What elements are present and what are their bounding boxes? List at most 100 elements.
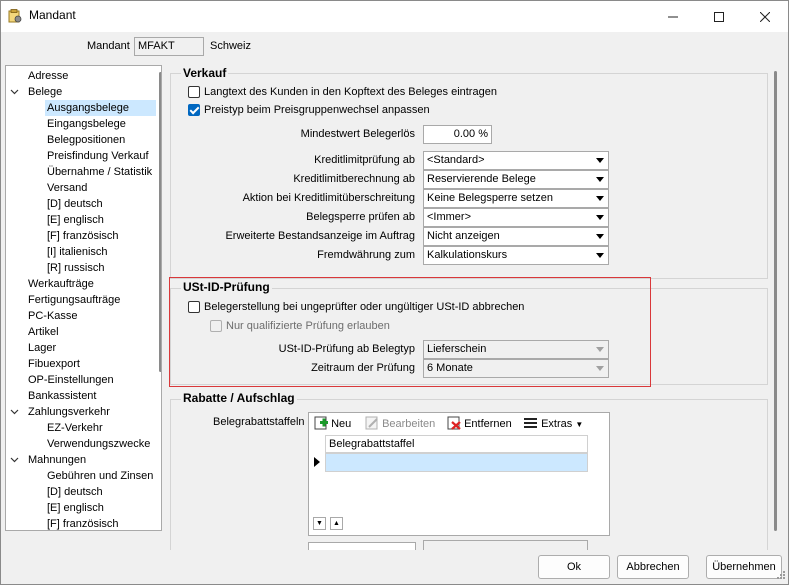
tree-item-label: OP-Einstellungen xyxy=(28,374,114,386)
tree-item-label: Zahlungsverkehr xyxy=(28,406,110,418)
tree-item-label: [F] französisch xyxy=(47,230,119,242)
tree-item[interactable]: [D] deutsch xyxy=(47,484,103,500)
tree-item[interactable]: Fibuexport xyxy=(28,356,80,372)
kreditlimitpruefung-label: Kreditlimitprüfung ab xyxy=(314,154,415,166)
app-icon xyxy=(8,9,22,23)
bearbeiten-button[interactable]: Bearbeiten xyxy=(365,415,435,433)
mindestwert-input[interactable]: 0.00 % xyxy=(423,125,492,144)
tree-item[interactable]: [E] englisch xyxy=(47,212,104,228)
belegsperre-label: Belegsperre prüfen ab xyxy=(306,211,415,223)
chevron-down-icon[interactable] xyxy=(10,404,20,420)
edit-icon xyxy=(365,416,378,430)
tree-item[interactable]: Gebühren und Zinsen xyxy=(47,468,153,484)
tree-item[interactable]: Übernahme / Statistik xyxy=(47,164,152,180)
langtext-checkbox[interactable] xyxy=(188,86,200,98)
grid-row-new[interactable] xyxy=(325,453,588,472)
tree-item[interactable]: Bankassistent xyxy=(28,388,96,404)
tree-item[interactable]: [D] deutsch xyxy=(47,196,103,212)
tree-item-label: Fibuexport xyxy=(28,358,80,370)
belegtyp-value: Lieferschein xyxy=(427,343,487,355)
settings-tree[interactable]: Adresse Belege Ausgangsbelege Eingangsbeleg… xyxy=(5,65,162,531)
tree-item[interactable]: [F] französisch xyxy=(47,228,119,244)
kreditlimitpruefung-select[interactable]: <Standard> xyxy=(423,151,609,170)
chevron-down-icon xyxy=(592,229,607,244)
delete-icon xyxy=(447,416,461,430)
chevron-down-icon[interactable] xyxy=(10,84,20,100)
kreditlimitberechnung-select[interactable]: Reservierende Belege xyxy=(423,170,609,189)
fremdwaehrung-select[interactable]: Kalkulationskurs xyxy=(423,246,609,265)
uebernehmen-button[interactable]: Übernehmen xyxy=(706,555,782,579)
tree-item[interactable]: Mahnungen xyxy=(28,452,86,468)
tree-item-label: Eingangsbelege xyxy=(47,118,126,130)
tree-item[interactable]: [E] englisch xyxy=(47,500,104,516)
neu-button[interactable]: Neu xyxy=(314,415,351,433)
minimize-button[interactable] xyxy=(650,1,696,32)
abbrechen-checkbox[interactable] xyxy=(188,301,200,313)
tree-item[interactable]: Adresse xyxy=(28,68,68,84)
staffeln-grid: Neu Bearbeiten Entfernen Extras ▼ Belegr… xyxy=(308,412,610,536)
tree-item-label: Lager xyxy=(28,342,57,354)
resize-grip-icon[interactable] xyxy=(774,570,786,582)
bestandsanzeige-label: Erweiterte Bestandsanzeige im Auftrag xyxy=(225,230,415,242)
content-scrollbar-thumb[interactable] xyxy=(774,71,777,531)
window-title: Mandant xyxy=(29,8,76,22)
tree-item[interactable]: EZ-Verkehr xyxy=(47,420,103,436)
tree-item[interactable]: Versand xyxy=(47,180,87,196)
bestandsanzeige-select[interactable]: Nicht anzeigen xyxy=(423,227,609,246)
belegtyp-select[interactable]: Lieferschein xyxy=(423,340,609,359)
tree-item-label: Übernahme / Statistik xyxy=(47,166,153,178)
arrow-down-icon: ▼ xyxy=(316,520,323,527)
tree-item[interactable]: Verwendungszwecke xyxy=(47,436,150,452)
close-button[interactable] xyxy=(742,1,788,32)
content-scrollbar[interactable] xyxy=(772,67,778,539)
tree-item-label: EZ-Verkehr xyxy=(47,422,103,434)
tree-item[interactable]: Belege xyxy=(28,84,62,100)
chevron-down-icon xyxy=(592,210,607,225)
tree-item[interactable]: Belegpositionen xyxy=(47,132,125,148)
tree-item[interactable]: [F] französisch xyxy=(47,516,119,530)
tree-item[interactable]: Artikel xyxy=(28,324,59,340)
tree-item-label: [E] englisch xyxy=(47,502,104,514)
tree-scrollbar-thumb[interactable] xyxy=(159,72,161,372)
tree-item[interactable]: Lager xyxy=(28,340,56,356)
tree-item[interactable]: PC-Kasse xyxy=(28,308,78,324)
row-indicator-icon xyxy=(314,457,320,467)
zeitraum-label: Zeitraum der Prüfung xyxy=(311,362,415,374)
maximize-button[interactable] xyxy=(696,1,742,32)
belegsperre-select[interactable]: <Immer> xyxy=(423,208,609,227)
zeitraum-value: 6 Monate xyxy=(427,362,473,374)
entfernen-button[interactable]: Entfernen xyxy=(447,415,512,433)
tree-item-label: [R] russisch xyxy=(47,262,105,274)
tree-item[interactable]: Fertigungsaufträge xyxy=(28,292,120,308)
tree-item-label: [D] deutsch xyxy=(47,486,103,498)
preistyp-checkbox[interactable] xyxy=(188,104,200,116)
qualifiziert-checkbox[interactable] xyxy=(210,320,222,332)
grid-header[interactable]: Belegrabattstaffel xyxy=(325,435,588,453)
extras-button[interactable]: Extras ▼ xyxy=(524,415,583,433)
tree-item-label: PC-Kasse xyxy=(28,310,78,322)
ok-button[interactable]: Ok xyxy=(538,555,610,579)
mandant-name: Schweiz xyxy=(210,40,251,52)
tree-item[interactable]: Ausgangsbelege xyxy=(45,100,156,116)
move-up-button[interactable]: ▲ xyxy=(330,517,343,530)
tree-item-label: Adresse xyxy=(28,70,69,82)
tree-item[interactable]: Eingangsbelege xyxy=(47,116,126,132)
aktion-label: Aktion bei Kreditlimitüberschreitung xyxy=(242,192,415,204)
tree-item[interactable]: Werkaufträge xyxy=(28,276,94,292)
kreditlimitberechnung-value: Reservierende Belege xyxy=(427,173,536,185)
tree-item[interactable]: Preisfindung Verkauf xyxy=(47,148,149,164)
abbrechen-button[interactable]: Abbrechen xyxy=(617,555,689,579)
tree-item[interactable]: [I] italienisch xyxy=(47,244,108,260)
tree-item[interactable]: OP-Einstellungen xyxy=(28,372,114,388)
move-down-button[interactable]: ▼ xyxy=(313,517,326,530)
partial-field-2 xyxy=(423,540,588,550)
fremdwaehrung-label: Fremdwährung zum xyxy=(317,249,415,261)
tree-item-label: Verwendungszwecke xyxy=(47,438,151,450)
tree-item[interactable]: [R] russisch xyxy=(47,260,104,276)
zeitraum-select[interactable]: 6 Monate xyxy=(423,359,609,378)
tree-item[interactable]: Zahlungsverkehr xyxy=(28,404,110,420)
chevron-down-icon[interactable] xyxy=(10,452,20,468)
aktion-value: Keine Belegsperre setzen xyxy=(427,192,553,204)
partial-field xyxy=(308,542,416,550)
aktion-select[interactable]: Keine Belegsperre setzen xyxy=(423,189,609,208)
